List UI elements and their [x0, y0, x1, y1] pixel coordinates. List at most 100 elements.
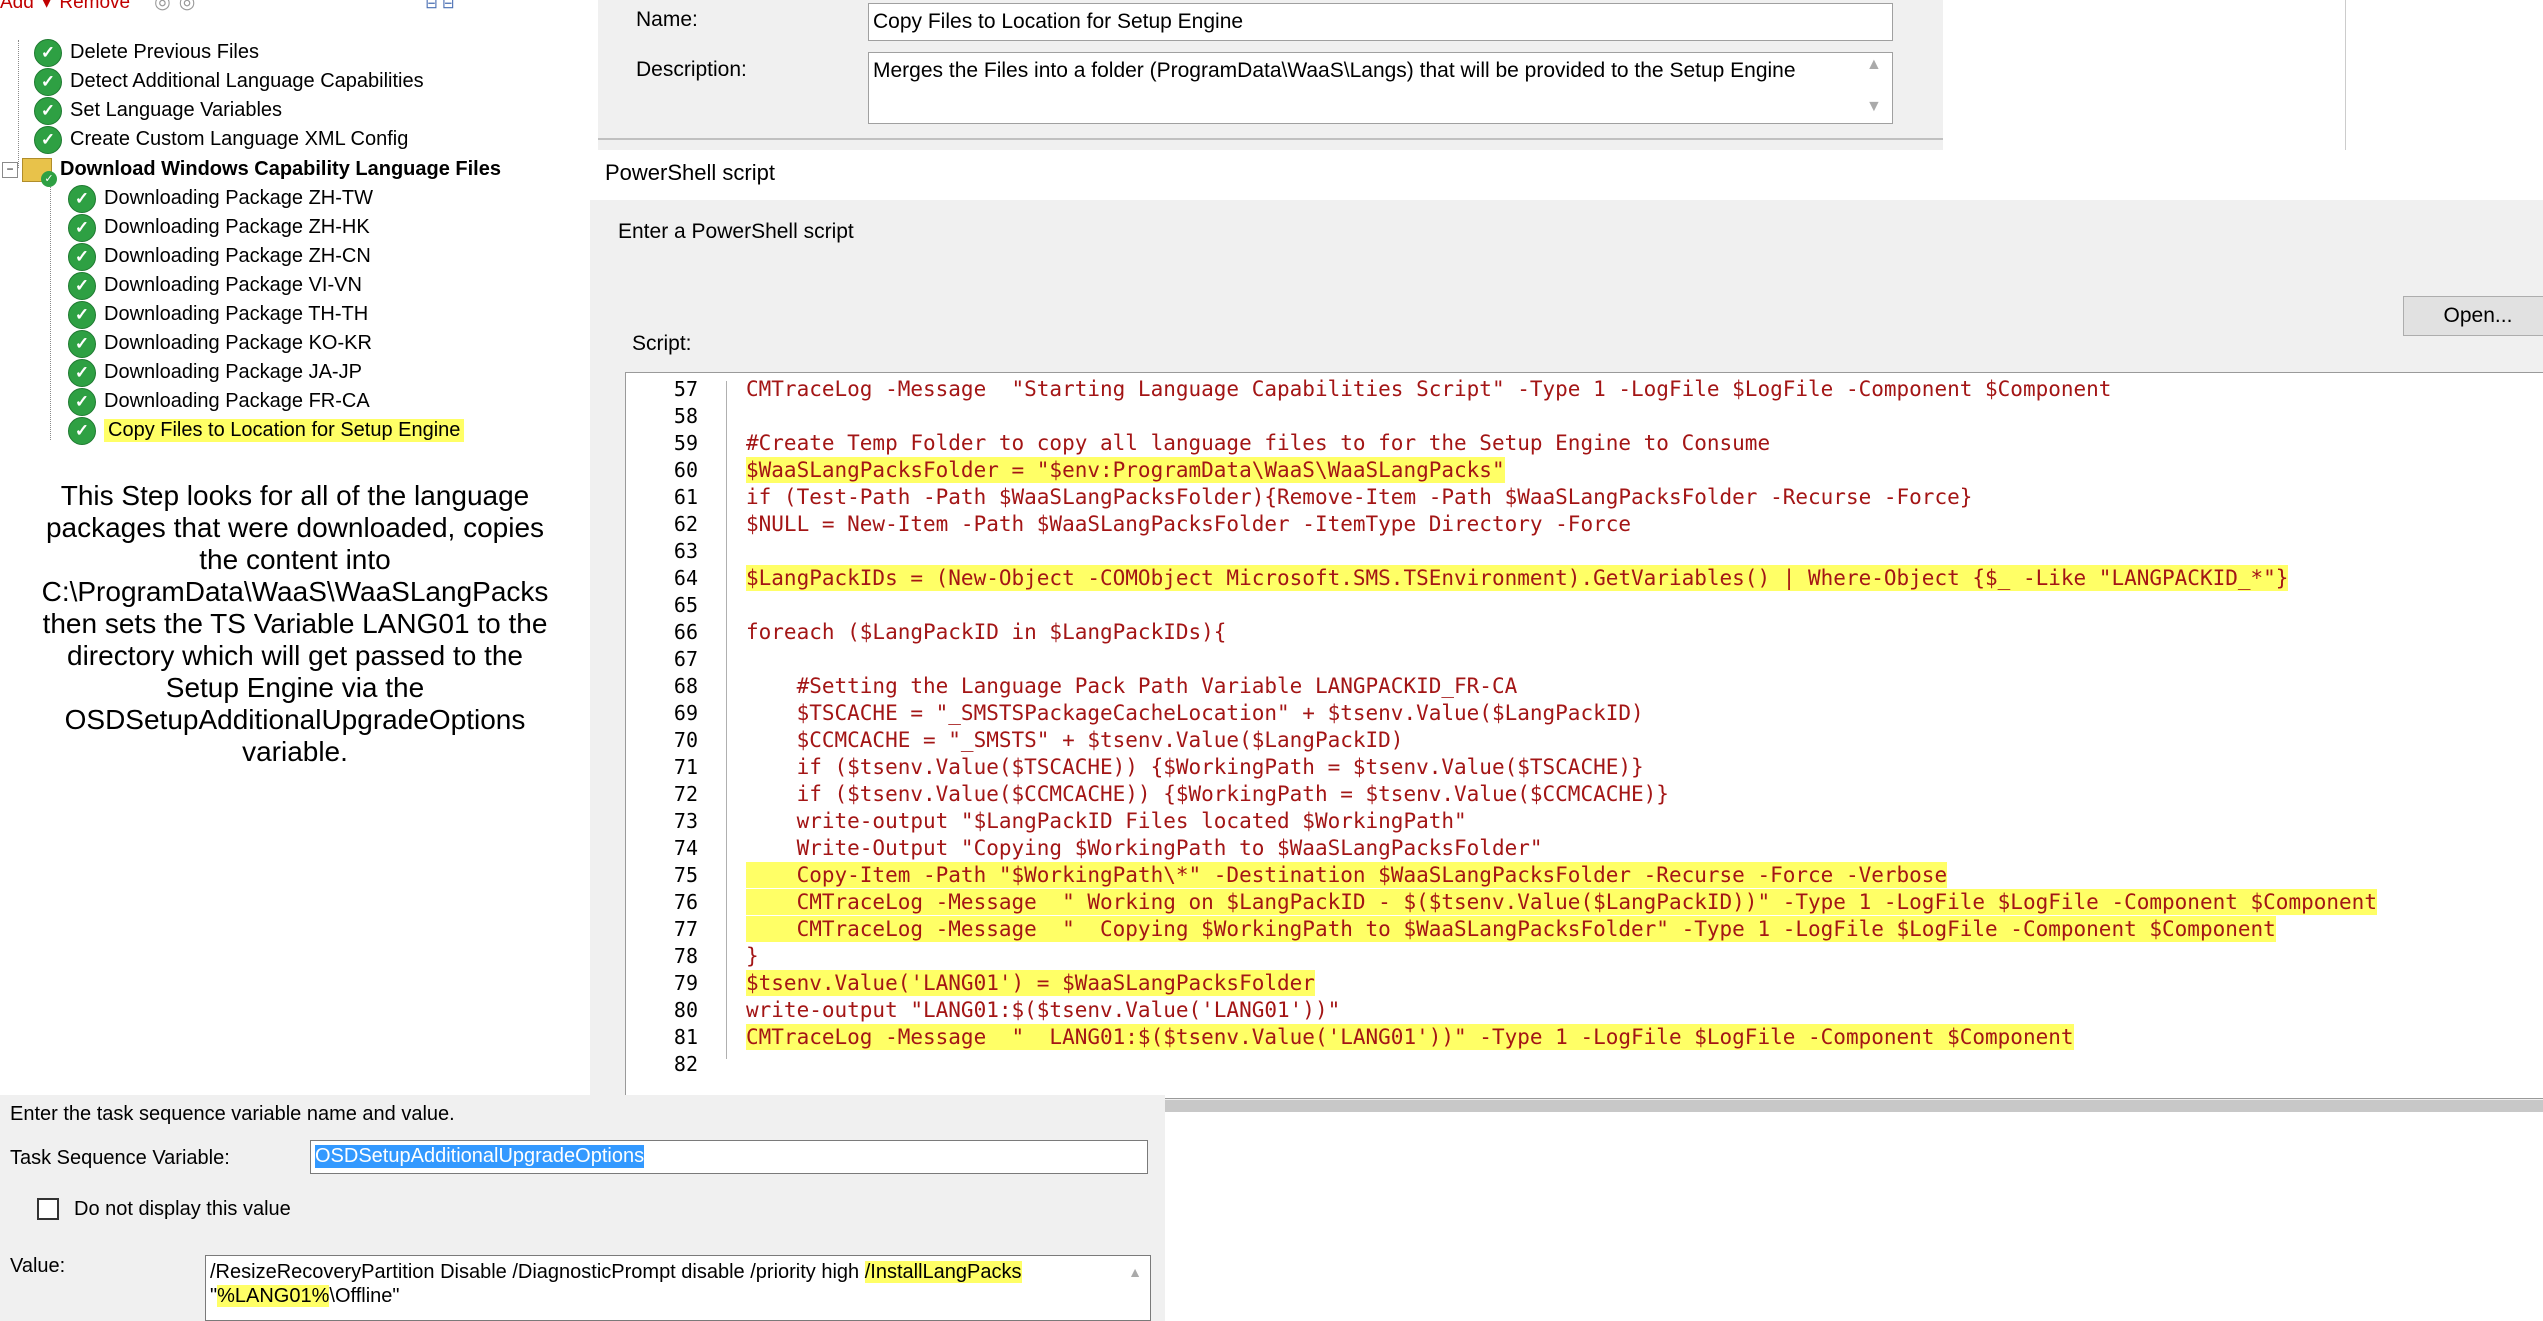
- tree-item-label: Detect Additional Language Capabilities: [70, 70, 424, 92]
- scroll-down-icon[interactable]: ▼: [1866, 98, 1882, 116]
- move-down-icon[interactable]: ◎: [179, 0, 196, 14]
- success-check-icon: ✓: [34, 96, 62, 125]
- tree-child-item[interactable]: ✓ Downloading Package ZH-CN: [68, 242, 371, 271]
- tree-item-label: Delete Previous Files: [70, 41, 259, 63]
- tree-toolbar: Add ▾ Remove ◎ ◎ ⊟ ⊟: [0, 0, 455, 17]
- code-line-highlighted: Copy-Item -Path "$WorkingPath\*" -Destin…: [746, 862, 1948, 888]
- line-number: 82: [673, 1052, 698, 1076]
- add-dropdown-arrow-icon[interactable]: ▾: [42, 0, 52, 14]
- success-check-icon: ✓: [68, 329, 96, 358]
- code-line: #Setting the Language Pack Path Variable…: [746, 674, 1518, 698]
- code-line-highlighted: CMTraceLog -Message " Working on $LangPa…: [746, 889, 2377, 915]
- tree-child-item[interactable]: ✓ Downloading Package KO-KR: [68, 329, 372, 358]
- tree-item-label: Downloading Package TH-TH: [104, 303, 369, 325]
- line-number: 61: [673, 485, 698, 509]
- description-field[interactable]: Merges the Files into a folder (ProgramD…: [868, 52, 1893, 124]
- collapse-icon[interactable]: −: [2, 161, 18, 178]
- value-text-highlight: %LANG01%: [217, 1285, 330, 1307]
- powershell-prompt: Enter a PowerShell script: [618, 220, 854, 243]
- line-number: 71: [673, 755, 698, 779]
- tsv-variable-input[interactable]: OSDSetupAdditionalUpgradeOptions: [310, 1140, 1148, 1174]
- value-label: Value:: [10, 1255, 66, 1277]
- line-number: 63: [673, 539, 698, 563]
- value-text: /ResizeRecoveryPartition Disable /Diagno…: [210, 1261, 865, 1283]
- success-check-icon: ✓: [34, 67, 62, 96]
- line-number: 72: [673, 782, 698, 806]
- tree-connector: [18, 40, 19, 168]
- powershell-title: PowerShell script: [605, 160, 775, 185]
- toolbar-extra-icon[interactable]: ⊟ ⊟: [425, 0, 454, 12]
- tree-item-label: Downloading Package JA-JP: [104, 361, 362, 383]
- tree-child-item-selected[interactable]: ✓ Copy Files to Location for Setup Engin…: [68, 416, 465, 445]
- code-line: Write-Output "Copying $WorkingPath to $W…: [746, 836, 1543, 860]
- tree-child-item[interactable]: ✓ Downloading Package VI-VN: [68, 271, 362, 300]
- tree-item-label: Downloading Package KO-KR: [104, 332, 372, 354]
- scroll-up-icon[interactable]: ▲: [1128, 1260, 1142, 1284]
- note-line: the content into: [199, 544, 391, 575]
- tree-child-item[interactable]: ✓ Downloading Package TH-TH: [68, 300, 368, 329]
- hide-value-checkbox[interactable]: [37, 1198, 59, 1220]
- code-line: $CCMCACHE = "_SMSTS" + $tsenv.Value($Lan…: [746, 728, 1404, 752]
- tree-group[interactable]: − ✓ Download Windows Capability Language…: [2, 155, 501, 187]
- line-number: 59: [673, 431, 698, 455]
- tree-item-label: Downloading Package FR-CA: [104, 390, 370, 412]
- success-check-icon: ✓: [68, 271, 96, 300]
- line-number: 70: [673, 728, 698, 752]
- hide-value-label: Do not display this value: [74, 1198, 291, 1220]
- value-field[interactable]: /ResizeRecoveryPartition Disable /Diagno…: [205, 1255, 1151, 1321]
- add-menu-button[interactable]: Add: [0, 0, 34, 14]
- line-number: 73: [673, 809, 698, 833]
- tree-child-item[interactable]: ✓ Downloading Package FR-CA: [68, 387, 370, 416]
- line-number: 57: [673, 377, 698, 401]
- tree-item[interactable]: ✓ Create Custom Language XML Config: [34, 125, 408, 154]
- line-number: 66: [673, 620, 698, 644]
- remove-button[interactable]: Remove: [59, 0, 130, 14]
- tree-item[interactable]: ✓ Detect Additional Language Capabilitie…: [34, 67, 424, 96]
- script-editor[interactable]: 57 58 59 60 61 62 63 64 65 66 67 68 69 7…: [625, 372, 2543, 1099]
- code-line-highlighted: CMTraceLog -Message " LANG01:$($tsenv.Va…: [746, 1024, 2074, 1050]
- line-number: 74: [673, 836, 698, 860]
- tree-child-item[interactable]: ✓ Downloading Package ZH-HK: [68, 213, 370, 242]
- tree-item-label: Set Language Variables: [70, 99, 283, 121]
- divider: [598, 138, 1943, 140]
- code-line: $NULL = New-Item -Path $WaaSLangPacksFol…: [746, 512, 1632, 536]
- tsv-variable-label: Task Sequence Variable:: [10, 1147, 230, 1169]
- line-number: 77: [673, 917, 698, 941]
- code-line: if ($tsenv.Value($CCMCACHE)) {$WorkingPa…: [746, 782, 1669, 806]
- note-line: packages that were downloaded, copies: [45, 512, 545, 543]
- value-text: \Offline": [329, 1285, 400, 1307]
- scroll-up-icon[interactable]: ▲: [1866, 56, 1882, 74]
- line-number: 68: [673, 674, 698, 698]
- tsv-prompt: Enter the task sequence variable name an…: [10, 1103, 455, 1125]
- tree-item-label: Downloading Package ZH-TW: [104, 187, 373, 209]
- code-line: if (Test-Path -Path $WaaSLangPacksFolder…: [746, 485, 1973, 509]
- code-line-highlighted: CMTraceLog -Message " Copying $WorkingPa…: [746, 916, 2276, 942]
- horizontal-scrollbar[interactable]: [1165, 1100, 2543, 1112]
- line-number: 65: [673, 593, 698, 617]
- tree-item[interactable]: ✓ Delete Previous Files: [34, 38, 259, 67]
- open-button[interactable]: Open...: [2403, 296, 2543, 336]
- move-up-icon[interactable]: ◎: [154, 0, 171, 14]
- tree-item[interactable]: ✓ Set Language Variables: [34, 96, 282, 125]
- tree-item-label: Downloading Package VI-VN: [104, 274, 362, 296]
- line-number-gutter: 57 58 59 60 61 62 63 64 65 66 67 68 69 7…: [626, 373, 708, 1098]
- code-line: foreach ($LangPackID in $LangPackIDs){: [746, 620, 1227, 644]
- powershell-header: PowerShell script: [590, 150, 2543, 200]
- success-check-icon: ✓: [68, 242, 96, 271]
- tree-child-item[interactable]: ✓ Downloading Package ZH-TW: [68, 184, 373, 213]
- note-line: directory which will get passed to the: [67, 640, 523, 671]
- line-number: 76: [673, 890, 698, 914]
- code-line-highlighted: $LangPackIDs = (New-Object -COMObject Mi…: [746, 565, 2289, 591]
- name-field[interactable]: Copy Files to Location for Setup Engine: [868, 3, 1893, 41]
- tsv-variable-value: OSDSetupAdditionalUpgradeOptions: [315, 1145, 645, 1168]
- success-check-icon: ✓: [68, 387, 96, 416]
- success-check-icon: ✓: [68, 358, 96, 387]
- code-line: #Create Temp Folder to copy all language…: [746, 431, 1771, 455]
- note-line: This Step looks for all of the language: [60, 480, 530, 511]
- code-line: write-output "$LangPackID Files located …: [746, 809, 1467, 833]
- task-sequence-variable-panel: Enter the task sequence variable name an…: [0, 1095, 1165, 1321]
- success-check-icon: ✓: [34, 38, 62, 67]
- note-line: C:\ProgramData\WaaS\WaaSLangPacks: [41, 576, 549, 607]
- step-properties-panel: Name: Copy Files to Location for Setup E…: [598, 0, 1943, 155]
- tree-child-item[interactable]: ✓ Downloading Package JA-JP: [68, 358, 362, 387]
